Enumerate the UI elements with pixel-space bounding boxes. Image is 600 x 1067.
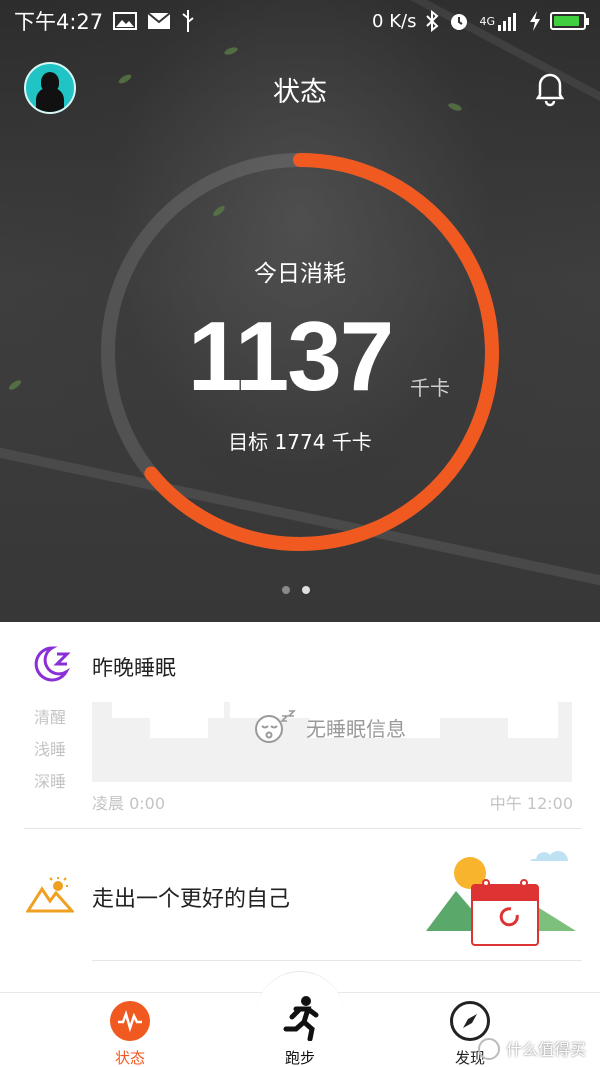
runner-icon [283,996,319,1041]
no-sleep-text: 无睡眠信息 [306,716,406,741]
calorie-unit: 千卡 [410,376,450,400]
sleep-bar [208,718,224,782]
calendar-illustration [426,851,576,946]
mail-icon [147,12,171,29]
network-type: 4G [479,14,495,28]
calorie-target: 目标 1774 千卡 [228,430,372,454]
sleep-axis-start: 凌晨 0:00 [92,794,166,813]
page-indicator [282,586,310,594]
status-time: 下午4:27 [14,10,104,34]
status-bar: 下午4:27 0 K/s 4G [0,0,600,42]
goal-title: 走出一个更好的自己 [92,887,291,912]
sleep-levels: 清醒 浅睡 深睡 [34,704,66,792]
page-dot-active[interactable] [302,586,310,594]
leaf-decoration [223,45,239,57]
watermark: 什么值得买 [506,1040,587,1059]
level-deep: 深睡 [34,772,67,791]
compass-icon [450,1001,490,1041]
sleep-bar [150,738,208,782]
charging-icon [530,11,540,31]
top-bar: 状态 [0,60,600,120]
sleep-card[interactable]: 昨晚睡眠 清醒 浅睡 深睡 无睡眠信息 凌晨 0:00 中午 12:00 [0,622,600,828]
page-dot[interactable] [282,586,290,594]
net-speed: 0 K/s [372,10,417,32]
moon-z-icon [34,646,71,682]
sleep-bar [112,718,150,782]
sleep-bar [310,738,440,782]
nav-label-run: 跑步 [284,1049,315,1067]
page-title: 状态 [273,77,327,108]
mountain-sun-icon [26,877,74,913]
today-consumed-label: 今日消耗 [254,261,346,287]
usb-icon [182,10,194,32]
level-awake: 清醒 [34,708,67,727]
sleep-bar [92,702,112,782]
battery-icon [550,12,589,30]
bluetooth-icon [426,10,439,32]
image-icon [113,12,138,30]
watermark-logo [478,1038,500,1060]
sleep-bar [508,738,558,782]
signal-icon [498,13,516,31]
sleep-bar [558,702,572,782]
leaf-decoration [7,378,23,392]
sleep-axis-end: 中午 12:00 [489,794,573,813]
divider [92,960,582,961]
calorie-value: 1137 [187,301,395,411]
battery-fill [554,16,580,26]
bell-icon[interactable] [530,68,570,108]
level-light: 浅睡 [34,740,67,759]
sleep-title: 昨晚睡眠 [92,656,176,680]
sleepy-face-icon [255,710,296,743]
app-screen: 下午4:27 0 K/s 4G 状态 今日消耗 1137 千卡 目标 1774 … [0,0,600,1067]
alarm-icon [451,14,468,30]
nav-label-status: 状态 [114,1049,145,1067]
sleep-bar [440,718,508,782]
activity-icon [110,1001,150,1041]
goal-card[interactable]: 走出一个更好的自己 [0,829,600,961]
no-sleep-info: 无睡眠信息 [254,710,406,744]
